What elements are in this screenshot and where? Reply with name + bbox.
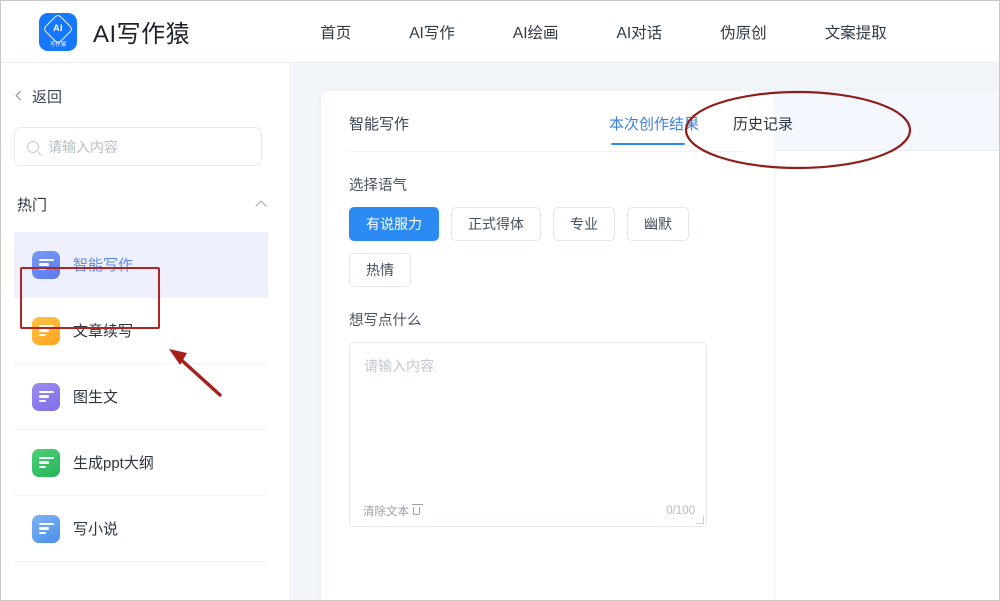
sidebar-item-label: 图生文: [73, 386, 118, 407]
content-area: 智能写作 选择语气 有说服力 正式得体 专业 幽默 热情 想写点什么 请输入内容…: [292, 63, 1000, 601]
top-header: AI 写作猿 AI写作猿 首页 AI写作 AI绘画 AI对话 伪原创 文案提取: [1, 1, 1000, 63]
back-button-label: 返回: [32, 86, 62, 107]
textarea-footer: 清除文本 0/100: [350, 496, 706, 526]
trash-icon: [413, 507, 420, 515]
nav-pseudo-original[interactable]: 伪原创: [720, 21, 767, 43]
top-navigation: 首页 AI写作 AI绘画 AI对话 伪原创 文案提取: [320, 21, 887, 43]
document-pen-icon: [32, 317, 60, 345]
ai-logo-icon: AI 写作猿: [39, 13, 77, 51]
sidebar-item-label: 生成ppt大纲: [73, 452, 154, 473]
sidebar-item-write-novel[interactable]: 写小说: [14, 496, 268, 562]
nav-ai-chat[interactable]: AI对话: [617, 21, 663, 43]
nav-home[interactable]: 首页: [320, 21, 351, 43]
nav-ai-painting[interactable]: AI绘画: [513, 21, 559, 43]
section-header-hot[interactable]: 热门: [1, 176, 290, 232]
logo-sub-text: 写作猿: [50, 42, 67, 48]
sidebar-item-article-continue[interactable]: 文章续写: [14, 298, 268, 364]
document-pen-icon: [32, 251, 60, 279]
sidebar-item-image-to-text[interactable]: 图生文: [14, 364, 268, 430]
prompt-placeholder: 请输入内容: [364, 356, 434, 376]
search-icon: [27, 141, 39, 153]
clear-text-label: 清除文本: [363, 503, 409, 519]
work-card: 智能写作 选择语气 有说服力 正式得体 专业 幽默 热情 想写点什么 请输入内容…: [321, 91, 1000, 601]
chevron-up-icon[interactable]: [255, 200, 266, 211]
sidebar-item-label: 写小说: [73, 518, 118, 539]
slides-icon: [32, 449, 60, 477]
result-tabs: 本次创作结果 历史记录: [776, 91, 1000, 151]
sidebar-item-label: 智能写作: [73, 254, 133, 275]
sidebar-item-ppt-outline[interactable]: 生成ppt大纲: [14, 430, 268, 496]
tone-chip-professional[interactable]: 专业: [553, 207, 615, 241]
tone-chip-enthusiastic[interactable]: 热情: [349, 253, 411, 287]
section-title: 热门: [17, 194, 47, 215]
prompt-textarea[interactable]: 请输入内容 清除文本 0/100: [349, 342, 707, 527]
document-pen-icon: [32, 515, 60, 543]
tone-label: 选择语气: [349, 174, 744, 195]
brand[interactable]: AI 写作猿 AI写作猿: [39, 13, 190, 51]
nav-copy-extract[interactable]: 文案提取: [825, 21, 887, 43]
back-button[interactable]: 返回: [1, 63, 290, 109]
sidebar-item-label: 文章续写: [73, 320, 133, 341]
tone-options: 有说服力 正式得体 专业 幽默 热情: [349, 207, 744, 287]
search-input[interactable]: 请输入内容: [14, 127, 262, 166]
result-panel: 本次创作结果 历史记录: [776, 91, 1000, 601]
app-window: AI 写作猿 AI写作猿 首页 AI写作 AI绘画 AI对话 伪原创 文案提取 …: [0, 0, 1000, 601]
tab-history[interactable]: 历史记录: [733, 113, 793, 134]
prompt-label: 想写点什么: [349, 309, 744, 330]
nav-ai-writing[interactable]: AI写作: [409, 21, 455, 43]
clear-text-button[interactable]: 清除文本: [363, 503, 420, 519]
logo-ai-text: AI: [53, 23, 63, 33]
brand-name: AI写作猿: [93, 14, 190, 49]
char-counter: 0/100: [666, 505, 695, 517]
search-placeholder: 请输入内容: [48, 137, 118, 157]
tone-chip-persuasive[interactable]: 有说服力: [349, 207, 439, 241]
tab-current-result[interactable]: 本次创作结果: [609, 113, 699, 134]
textarea-resize-handle[interactable]: [696, 516, 704, 524]
search-wrapper: 请输入内容: [1, 109, 290, 166]
sidebar: 返回 请输入内容 热门 智能写作 文章续写: [1, 63, 291, 601]
tone-chip-humorous[interactable]: 幽默: [627, 207, 689, 241]
sidebar-item-smart-writing[interactable]: 智能写作: [14, 232, 268, 298]
image-text-icon: [32, 383, 60, 411]
form-panel: 智能写作 选择语气 有说服力 正式得体 专业 幽默 热情 想写点什么 请输入内容…: [321, 91, 775, 601]
tone-chip-formal[interactable]: 正式得体: [451, 207, 541, 241]
chevron-left-icon: [16, 91, 26, 101]
sidebar-nav-list: 智能写作 文章续写 图生文 生成ppt大纲: [1, 232, 290, 562]
